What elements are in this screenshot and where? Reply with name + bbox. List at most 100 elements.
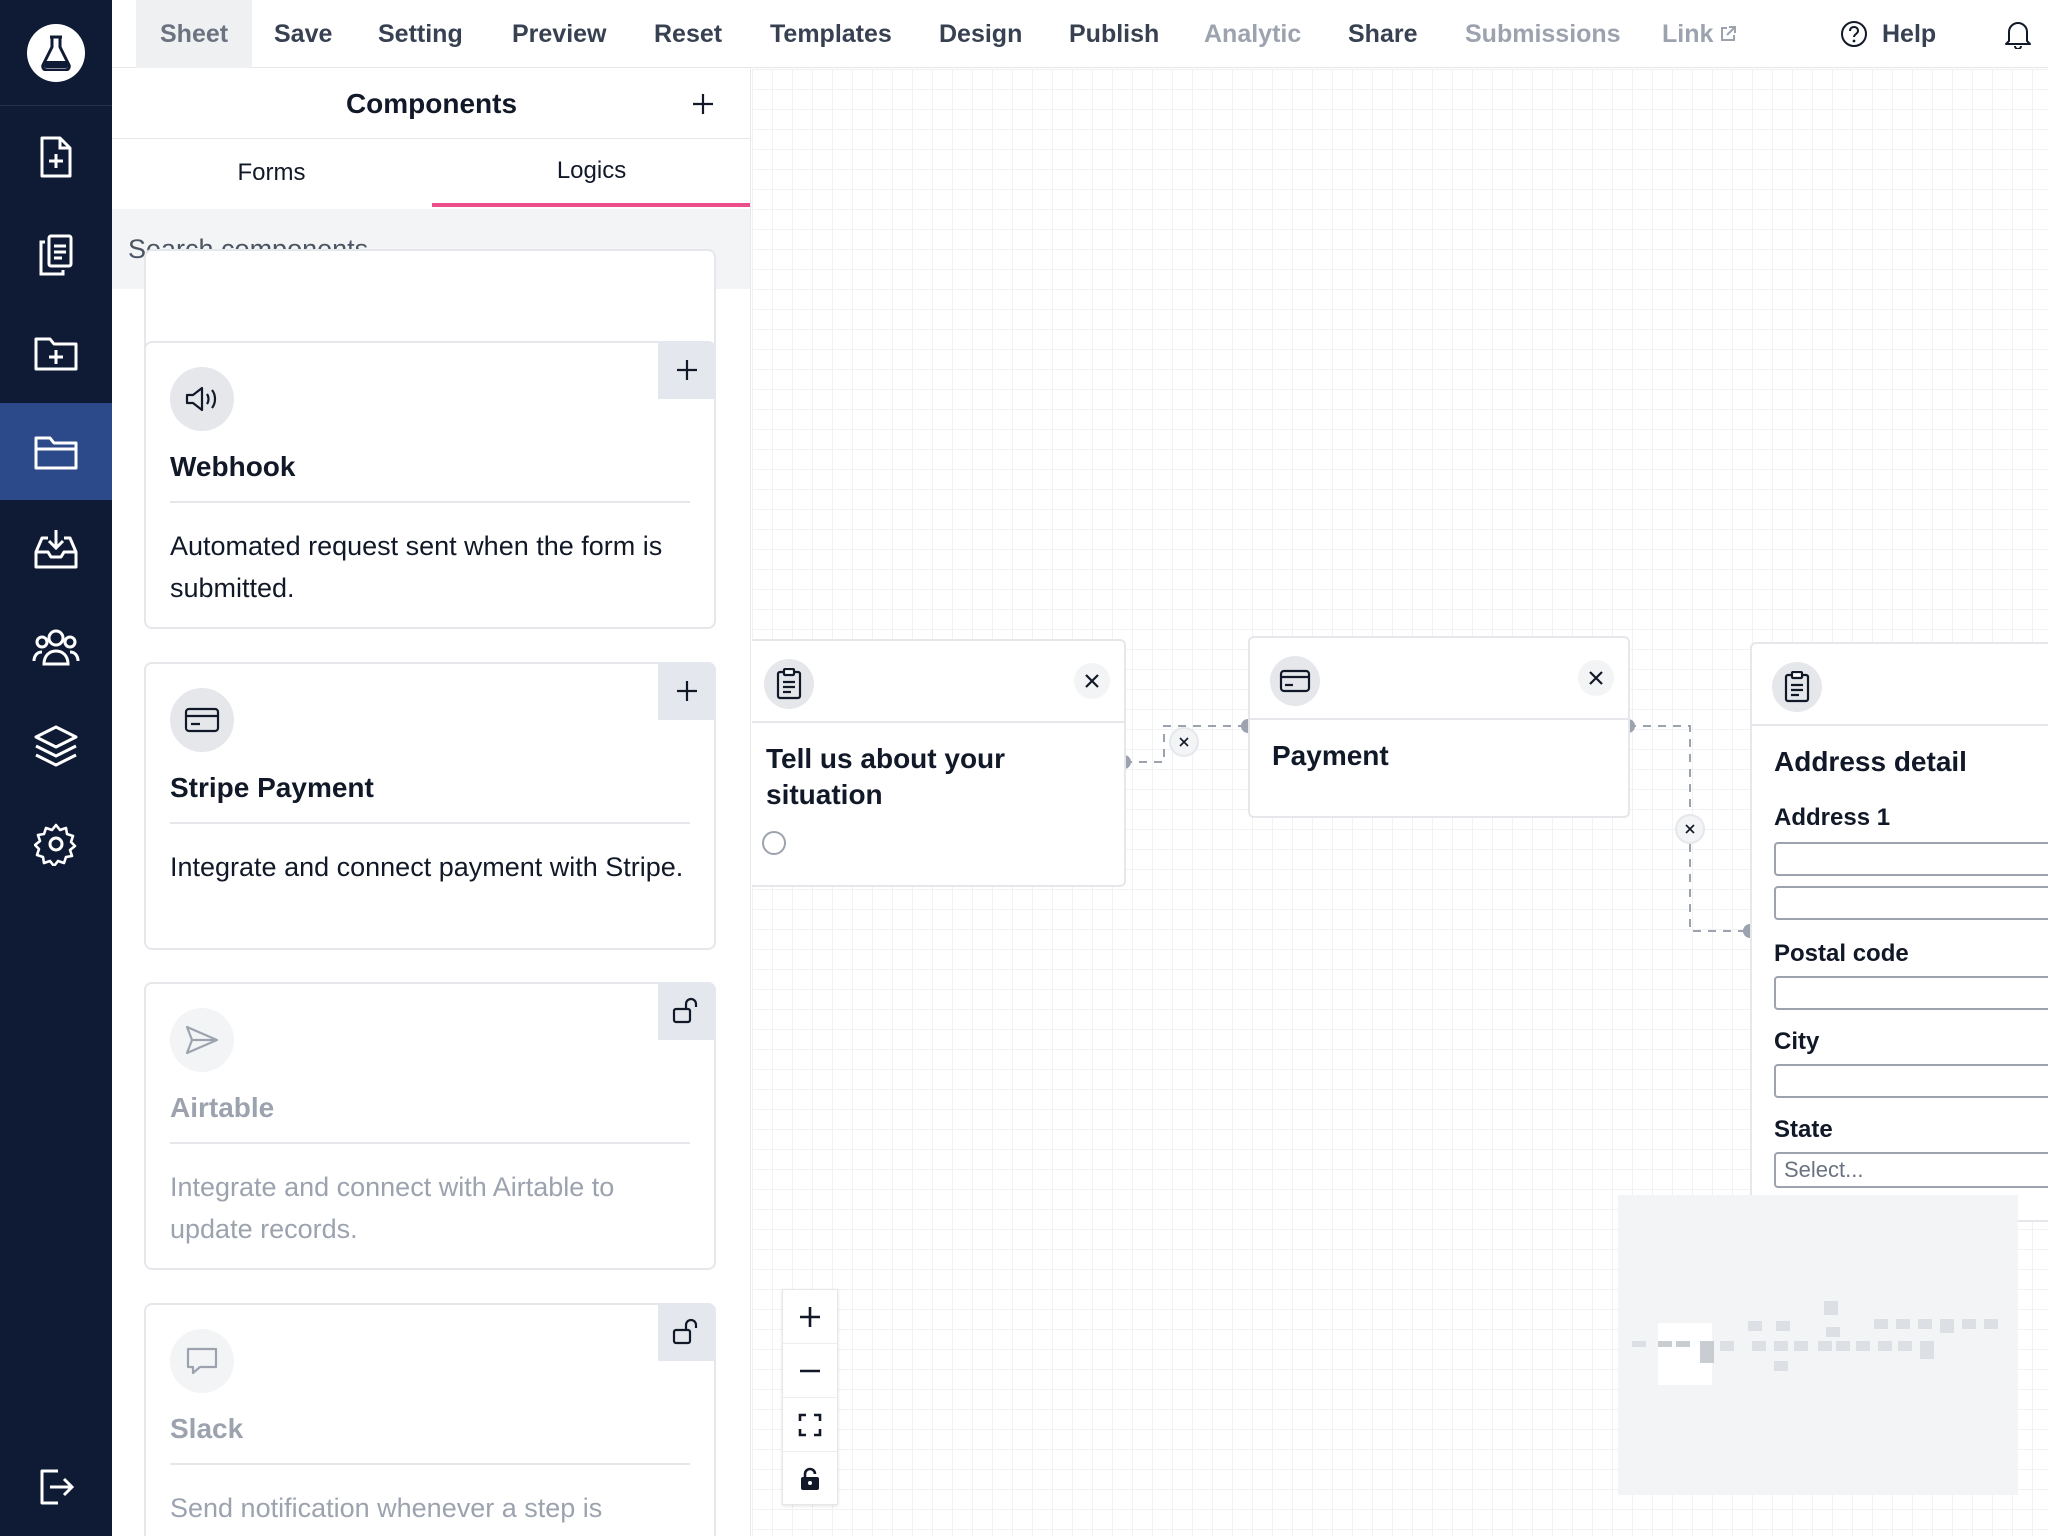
logout-button[interactable] — [0, 1438, 112, 1535]
help-button[interactable]: Help — [1840, 0, 1936, 68]
menu-templates[interactable]: Templates — [770, 0, 892, 68]
new-form-button[interactable] — [0, 108, 112, 205]
component-card-airtable[interactable]: Airtable Integrate and connect with Airt… — [144, 982, 716, 1270]
unlock-icon — [672, 997, 698, 1024]
unlock-airtable-button[interactable] — [658, 982, 716, 1040]
inbox-button[interactable] — [0, 500, 112, 597]
postal-code-input[interactable] — [1774, 976, 2048, 1010]
card-description: Integrate and connect with Airtable to u… — [170, 1172, 615, 1244]
card-divider — [170, 1463, 690, 1465]
menu-publish[interactable]: Publish — [1069, 0, 1159, 68]
notifications-button[interactable] — [2004, 0, 2032, 68]
add-webhook-button[interactable] — [658, 341, 716, 399]
tab-forms[interactable]: Forms — [112, 139, 431, 207]
state-label: State — [1774, 1116, 1833, 1143]
logout-icon — [40, 1469, 75, 1504]
team-button[interactable] — [0, 598, 112, 695]
send-icon — [170, 1008, 234, 1072]
city-label: City — [1774, 1028, 1820, 1055]
bell-icon — [2005, 22, 2031, 49]
menu-submissions[interactable]: Submissions — [1465, 0, 1621, 68]
add-component-button[interactable] — [685, 86, 721, 122]
menu-preview[interactable]: Preview — [512, 0, 607, 68]
tab-logics[interactable]: Logics — [432, 139, 750, 207]
plus-icon — [677, 681, 697, 701]
component-card-webhook[interactable]: Webhook Automated request sent when the … — [144, 341, 716, 629]
question-circle-icon — [1841, 21, 1867, 47]
folder-open-icon — [34, 436, 78, 469]
copy-form-button[interactable] — [0, 206, 112, 303]
app-logo[interactable] — [0, 0, 112, 106]
menu-setting[interactable]: Setting — [378, 0, 463, 68]
card-divider — [170, 1142, 690, 1144]
card-description: Send notification whenever a step is — [170, 1493, 603, 1523]
card-title: Slack — [170, 1413, 244, 1444]
address1-input[interactable] — [1774, 842, 2048, 876]
close-icon — [1589, 671, 1603, 685]
address2-input[interactable] — [1774, 886, 2048, 920]
inbox-download-icon — [34, 529, 78, 568]
node-title: Address detail — [1774, 746, 1967, 777]
panel-title: Components — [345, 87, 518, 119]
copy-clipboard-icon — [39, 234, 73, 275]
speaker-icon — [170, 367, 234, 431]
unlock-icon — [672, 1318, 698, 1345]
node-payment[interactable]: Payment — [1248, 636, 1630, 818]
radio-option[interactable] — [762, 831, 786, 855]
plus-icon — [800, 1306, 820, 1327]
fullscreen-icon — [798, 1413, 822, 1436]
add-stripe-payment-button[interactable] — [658, 662, 716, 720]
menu-link[interactable]: Link — [1662, 0, 1737, 68]
card-divider — [170, 822, 690, 824]
menu-design[interactable]: Design — [939, 0, 1022, 68]
canvas-controls — [782, 1289, 838, 1505]
component-card-slack[interactable]: Slack Send notification whenever a step … — [144, 1303, 716, 1536]
card-description: Integrate and connect payment with Strip… — [170, 852, 684, 882]
lock-icon — [801, 1467, 819, 1490]
delete-edge-button[interactable] — [1169, 727, 1199, 757]
card-title: Stripe Payment — [170, 772, 374, 803]
menu-link-label: Link — [1662, 19, 1714, 48]
close-icon — [1179, 737, 1189, 747]
settings-button[interactable] — [0, 795, 112, 892]
credit-card-icon — [170, 688, 234, 752]
clipboard-icon — [1772, 662, 1822, 712]
users-icon — [32, 629, 80, 665]
fit-view-button[interactable] — [783, 1398, 837, 1452]
node-address-detail[interactable]: Address detail Address 1 Postal code Cit… — [1750, 642, 2048, 1222]
close-node-button[interactable] — [1074, 663, 1110, 699]
node-title: Payment — [1272, 740, 1389, 771]
delete-edge-button[interactable] — [1675, 814, 1705, 844]
panel-header: Components — [112, 69, 750, 139]
address1-label: Address 1 — [1774, 804, 1891, 831]
flow-canvas[interactable]: Tell us about your situation Payment Add… — [752, 69, 2048, 1536]
menu-save[interactable]: Save — [274, 0, 332, 68]
panel-tabs: Forms Logics — [112, 139, 750, 207]
card-divider — [170, 501, 690, 503]
lock-canvas-button[interactable] — [783, 1452, 837, 1506]
plus-icon — [693, 94, 713, 114]
gear-icon — [34, 823, 77, 866]
close-node-button[interactable] — [1578, 660, 1614, 696]
layers-icon — [34, 725, 78, 766]
folders-button[interactable] — [0, 403, 112, 500]
zoom-in-button[interactable] — [783, 1290, 837, 1344]
menu-sheet[interactable]: Sheet — [136, 0, 253, 68]
plus-icon — [677, 360, 697, 380]
zoom-out-button[interactable] — [783, 1344, 837, 1398]
menu-reset[interactable]: Reset — [654, 0, 722, 68]
new-folder-button[interactable] — [0, 304, 112, 401]
unlock-slack-button[interactable] — [658, 1303, 716, 1361]
node-situation[interactable]: Tell us about your situation — [752, 639, 1126, 887]
component-card-stripe-payment[interactable]: Stripe Payment Integrate and connect pay… — [144, 662, 716, 950]
minimap[interactable] — [1618, 1195, 2018, 1495]
menu-share[interactable]: Share — [1348, 0, 1417, 68]
external-link-icon — [1721, 26, 1737, 41]
minus-icon — [800, 1369, 820, 1372]
city-input[interactable] — [1774, 1064, 2048, 1098]
menu-analytic[interactable]: Analytic — [1204, 0, 1301, 68]
layers-button[interactable] — [0, 697, 112, 794]
state-select[interactable]: Select... — [1774, 1152, 2048, 1188]
card-title: Airtable — [170, 1092, 275, 1123]
node-header — [1250, 638, 1628, 720]
